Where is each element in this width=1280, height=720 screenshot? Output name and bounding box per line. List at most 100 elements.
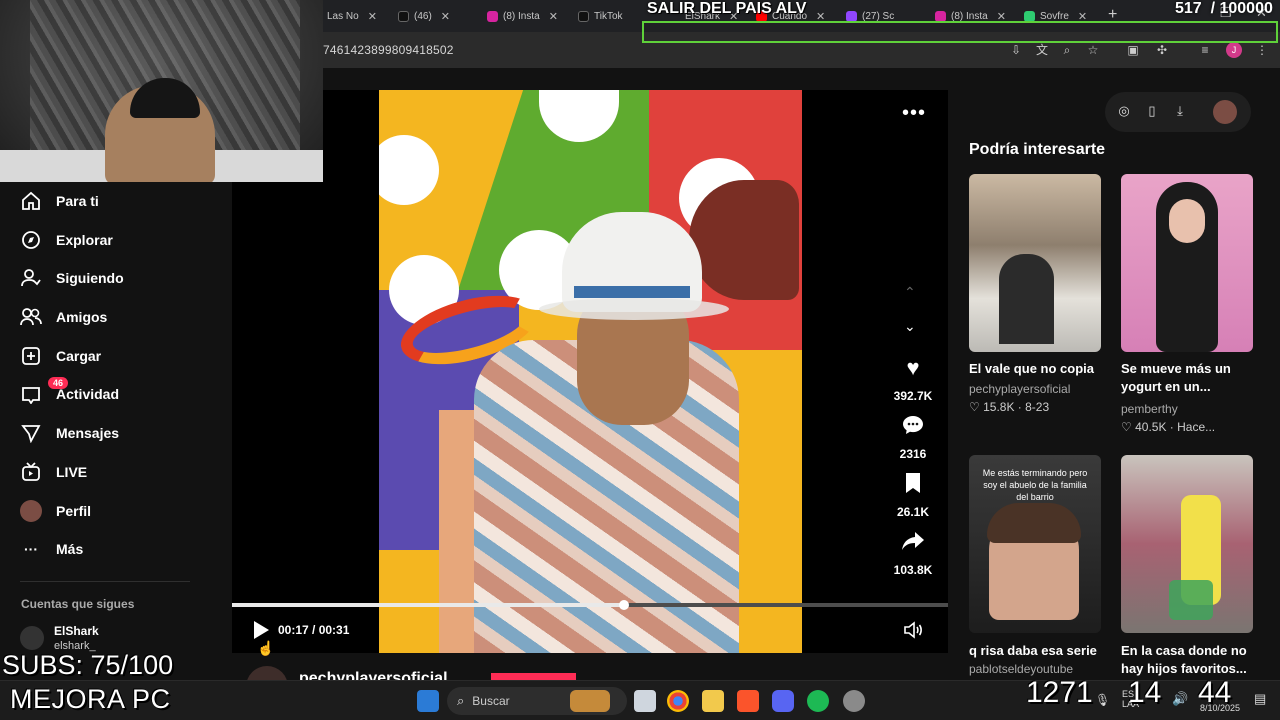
- rec-thumbnail-2[interactable]: [1121, 174, 1253, 352]
- share-icon-svg: [902, 532, 924, 550]
- comment-count: 2316: [899, 447, 927, 461]
- rec-card-title[interactable]: q risa daba esa serie: [969, 642, 1109, 660]
- menu-icon[interactable]: ⋮: [1254, 42, 1270, 58]
- sidebar-item-perfil[interactable]: Perfil: [20, 496, 91, 526]
- inbox-icon: 46: [20, 377, 69, 405]
- thumb-object: [1169, 580, 1213, 620]
- bookmark-star-icon[interactable]: ☆: [1085, 42, 1101, 58]
- subs-counter-overlay: SUBS: 75/100: [2, 650, 174, 680]
- tab-4[interactable]: TikTok: [578, 4, 640, 28]
- taskbar-search[interactable]: ⌕ Buscar: [447, 687, 627, 715]
- play-button[interactable]: [252, 620, 270, 640]
- brave-icon[interactable]: [737, 690, 759, 712]
- rec-thumbnail-3[interactable]: Me estás terminando pero soy el abuelo d…: [969, 455, 1101, 633]
- rec-card-user[interactable]: pablotseldeyoutube: [969, 662, 1073, 676]
- rec-card-title[interactable]: Se mueve más un yogurt en un...: [1121, 360, 1251, 396]
- sidebar-item-actividad[interactable]: 46 Actividad: [20, 377, 119, 409]
- share-icon[interactable]: [900, 530, 926, 554]
- sidebar-item-label: Más: [56, 541, 84, 557]
- sidebar-item-explorar[interactable]: Explorar: [20, 225, 113, 255]
- sidebar-item-siguiendo[interactable]: Siguiendo: [20, 263, 124, 293]
- followed-account-avatar[interactable]: [20, 626, 44, 650]
- sidebar-item-label: Para ti: [56, 193, 99, 209]
- sidebar-item-amigos[interactable]: Amigos: [20, 302, 107, 332]
- tab-2[interactable]: (46) ✕: [398, 4, 468, 28]
- extension-icon[interactable]: ▣: [1125, 42, 1141, 58]
- rec-card-meta: ♡ 15.8K · 8-23: [969, 400, 1050, 414]
- followed-account-name[interactable]: ElShark: [54, 624, 99, 638]
- profile-icon: [20, 500, 42, 522]
- taskbar-search-label: Buscar: [472, 694, 510, 708]
- rec-card-user[interactable]: pechyplayersoficial: [969, 382, 1070, 396]
- chevron-up-icon[interactable]: ⌃: [904, 284, 916, 301]
- share-count: 103.8K: [893, 563, 933, 577]
- tab-label: Las No: [327, 10, 359, 22]
- sidebar-item-mas[interactable]: ··· Más: [20, 534, 83, 564]
- comment-icon[interactable]: [900, 413, 926, 437]
- install-icon[interactable]: ⇩: [1008, 42, 1024, 58]
- video-progress-bar[interactable]: [232, 600, 948, 610]
- video-frame[interactable]: [379, 90, 802, 653]
- bookmark-icon[interactable]: [900, 472, 926, 496]
- tab-3[interactable]: (8) Insta ✕: [487, 4, 567, 28]
- play-icon: [254, 621, 269, 639]
- upload-icon: [20, 345, 42, 367]
- sidebar-item-label: LIVE: [56, 464, 88, 480]
- following-icon: [20, 267, 42, 289]
- download-icon[interactable]: ⤓: [1171, 103, 1189, 119]
- discord-icon[interactable]: [772, 690, 794, 712]
- rec-card-title[interactable]: En la casa donde no hay hijos favoritos.…: [1121, 642, 1251, 678]
- mejora-pc-overlay: MEJORA PC: [10, 684, 171, 714]
- tab-label: (8) Insta: [503, 10, 540, 22]
- notification-icon[interactable]: ▤: [1254, 691, 1266, 707]
- thumb-caption: Me estás terminando pero soy el abuelo d…: [982, 468, 1088, 502]
- rec-card-title[interactable]: El vale que no copia: [969, 360, 1109, 378]
- more-options-icon[interactable]: •••: [902, 102, 926, 125]
- live-icon: [20, 461, 42, 483]
- windows-start-icon[interactable]: [417, 690, 439, 712]
- tab-label: (8) Insta: [951, 10, 988, 22]
- url-text[interactable]: 7461423899809418502: [323, 43, 454, 57]
- tiktok-icon: [578, 10, 589, 22]
- file-explorer-icon[interactable]: [702, 690, 724, 712]
- sidebar-item-cargar[interactable]: Cargar: [20, 341, 101, 371]
- sidebar-item-para-ti[interactable]: Para ti: [20, 186, 99, 216]
- thumb-hair: [987, 503, 1081, 543]
- overlay-number-left: 1271: [1026, 676, 1093, 709]
- tab-label: Sovfre: [1040, 10, 1069, 22]
- sidebar-item-live[interactable]: LIVE: [20, 457, 87, 487]
- coin-icon[interactable]: ◎: [1115, 103, 1133, 119]
- rec-card-meta: ♡ 40.5K · Hace...: [1121, 420, 1216, 434]
- spotify-icon[interactable]: [807, 690, 829, 712]
- close-icon[interactable]: ✕: [441, 10, 450, 23]
- task-view-icon[interactable]: [634, 690, 656, 712]
- volume-icon[interactable]: [903, 620, 923, 640]
- close-icon[interactable]: ✕: [368, 10, 377, 23]
- save-count: 26.1K: [896, 505, 930, 519]
- compass-icon: [20, 229, 42, 251]
- user-avatar[interactable]: [1213, 100, 1237, 124]
- puzzle-icon[interactable]: ✣: [1154, 42, 1170, 58]
- translate-icon[interactable]: 文: [1034, 42, 1050, 58]
- overlay-number-right: 44: [1198, 676, 1232, 709]
- rec-thumbnail-1[interactable]: [969, 174, 1101, 352]
- instagram-icon: [935, 10, 946, 22]
- speaker-icon[interactable]: 🔊: [1172, 691, 1188, 707]
- profile-avatar[interactable]: J: [1226, 42, 1242, 58]
- mic-icon[interactable]: 🎙: [1095, 693, 1110, 707]
- rec-thumbnail-4[interactable]: [1121, 455, 1253, 633]
- chevron-down-icon[interactable]: ⌄: [904, 318, 916, 335]
- sidebar-item-mensajes[interactable]: Mensajes: [20, 418, 119, 448]
- bg-dot: [379, 135, 439, 205]
- like-heart-icon[interactable]: ♥: [900, 355, 926, 380]
- app-icon[interactable]: [843, 690, 865, 712]
- device-icon[interactable]: ▯: [1143, 103, 1161, 119]
- zoom-icon[interactable]: ⌕: [1059, 42, 1075, 58]
- rec-card-user[interactable]: pemberthy: [1121, 402, 1178, 416]
- reading-list-icon[interactable]: ≡: [1197, 42, 1213, 58]
- chrome-icon[interactable]: [667, 690, 689, 712]
- mouse-cursor-icon: ☝: [257, 640, 275, 656]
- tab-1[interactable]: Las No ✕: [327, 4, 387, 28]
- sidebar-item-label: Amigos: [56, 309, 108, 325]
- close-icon[interactable]: ✕: [549, 10, 558, 23]
